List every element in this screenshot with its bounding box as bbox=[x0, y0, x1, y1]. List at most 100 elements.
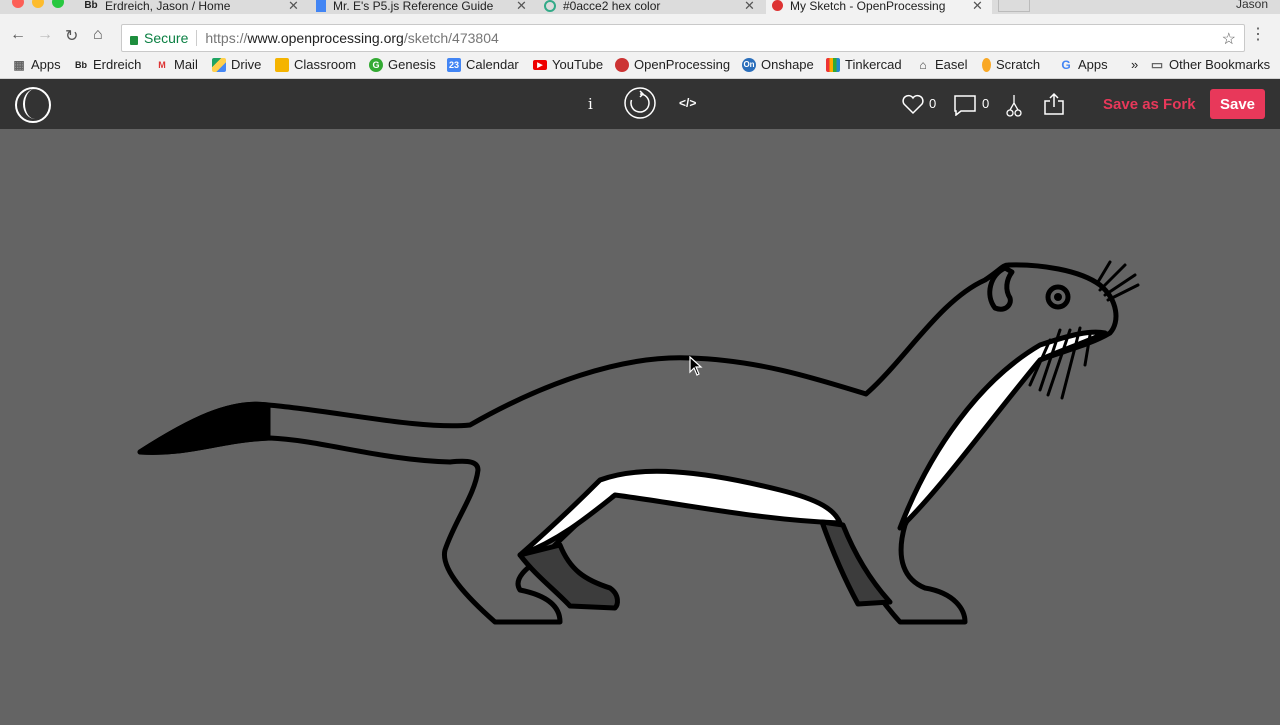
google-icon: G bbox=[1061, 57, 1071, 72]
bookmark-label: Apps bbox=[1078, 57, 1108, 72]
bookmark-tinkercad[interactable]: Tinkercad bbox=[826, 57, 902, 72]
bookmark-label: Genesis bbox=[388, 57, 436, 72]
menu-icon[interactable]: ⋮ bbox=[1250, 24, 1266, 44]
openprocessing-icon bbox=[772, 0, 783, 11]
bookmark-label: Onshape bbox=[761, 57, 814, 72]
tab-blackboard[interactable]: Bb Erdreich, Jason / Home ✕ bbox=[84, 0, 304, 14]
comments-count: 0 bbox=[982, 96, 990, 111]
code-button[interactable]: </> bbox=[679, 96, 696, 110]
openprocessing-logo-icon[interactable] bbox=[15, 87, 51, 123]
classroom-icon bbox=[275, 57, 289, 72]
youtube-icon: ▶ bbox=[533, 59, 547, 70]
save-as-fork-button[interactable]: Save as Fork bbox=[1103, 96, 1196, 113]
info-button[interactable]: i bbox=[588, 95, 593, 113]
bookmark-label: Other Bookmarks bbox=[1169, 57, 1271, 72]
weasel-tail-tip bbox=[137, 401, 271, 455]
tinkercad-icon bbox=[826, 57, 840, 72]
bookmark-calendar[interactable]: 23 Calendar bbox=[447, 57, 519, 72]
likes-count: 0 bbox=[929, 96, 937, 111]
share-icon[interactable] bbox=[1043, 92, 1065, 116]
calendar-icon: 23 bbox=[447, 57, 461, 72]
profile-name[interactable]: Jason bbox=[1236, 0, 1268, 11]
bookmark-drive[interactable]: Drive bbox=[212, 57, 261, 72]
tab-my-sketch[interactable]: My Sketch - OpenProcessing ✕ bbox=[766, 0, 992, 14]
drive-icon bbox=[212, 57, 226, 72]
mouse-cursor-icon bbox=[689, 356, 703, 376]
bookmark-google-apps[interactable]: G Apps bbox=[1059, 57, 1108, 72]
bookmark-label: Apps bbox=[31, 57, 61, 72]
minimize-window-button[interactable] bbox=[32, 0, 44, 8]
bookmark-classroom[interactable]: Classroom bbox=[275, 57, 356, 72]
easel-icon: ⌂ bbox=[919, 57, 927, 72]
bookmark-star-icon[interactable]: ☆ bbox=[1222, 29, 1236, 49]
onshape-icon: On bbox=[742, 57, 756, 72]
close-tab-icon[interactable]: ✕ bbox=[744, 0, 755, 14]
bookmark-onshape[interactable]: On Onshape bbox=[742, 57, 814, 72]
bookmark-label: Tinkercad bbox=[845, 57, 902, 72]
tab-title: #0acce2 hex color bbox=[563, 0, 661, 13]
sketch-toolbar: i </> 0 0 Save as Fork Save bbox=[0, 79, 1280, 129]
heart-icon[interactable] bbox=[901, 93, 925, 115]
reload-icon[interactable]: ↻ bbox=[65, 26, 78, 46]
bookmarks-overflow-button[interactable]: » bbox=[1131, 57, 1138, 72]
url-path: /sketch/473804 bbox=[403, 30, 499, 46]
doc-icon bbox=[316, 0, 326, 12]
bookmark-label: Drive bbox=[231, 57, 262, 72]
bookmark-apps[interactable]: ▦ Apps bbox=[12, 57, 61, 72]
blackboard-icon: Bb bbox=[75, 59, 87, 70]
divider bbox=[196, 30, 198, 46]
bookmark-label: Easel bbox=[935, 57, 968, 72]
forward-icon[interactable]: → bbox=[37, 26, 53, 44]
apps-grid-icon: ▦ bbox=[13, 57, 25, 72]
bookmark-openprocessing[interactable]: OpenProcessing bbox=[615, 57, 730, 72]
bookmark-label: OpenProcessing bbox=[634, 57, 731, 72]
bookmark-label: Erdreich bbox=[93, 57, 142, 72]
bookmark-easel[interactable]: ⌂ Easel bbox=[916, 57, 968, 72]
other-bookmarks-folder[interactable]: ▭ Other Bookmarks bbox=[1150, 56, 1271, 73]
close-window-button[interactable] bbox=[12, 0, 24, 8]
gmail-icon: M bbox=[158, 59, 166, 70]
bookmark-label: Mail bbox=[174, 57, 198, 72]
bookmark-scratch[interactable]: Scratch bbox=[982, 57, 1040, 72]
fork-icon[interactable] bbox=[1005, 93, 1023, 117]
browser-toolbar: ← → ↻ ⌂ Secure https://www.openprocessin… bbox=[0, 14, 1280, 54]
close-tab-icon[interactable]: ✕ bbox=[288, 0, 299, 14]
bookmark-youtube[interactable]: ▶ YouTube bbox=[533, 57, 603, 72]
tab-title: Mr. E's P5.js Reference Guide bbox=[333, 0, 494, 13]
tab-title: My Sketch - OpenProcessing bbox=[790, 0, 946, 13]
tab-strip: Bb Erdreich, Jason / Home ✕ Mr. E's P5.j… bbox=[0, 0, 1280, 14]
bookmark-erdreich[interactable]: Bb Erdreich bbox=[74, 57, 141, 72]
bookmark-mail[interactable]: M Mail bbox=[155, 57, 198, 72]
close-tab-icon[interactable]: ✕ bbox=[516, 0, 527, 14]
bookmark-label: Calendar bbox=[466, 57, 519, 72]
tab-reference-guide[interactable]: Mr. E's P5.js Reference Guide ✕ bbox=[312, 0, 532, 14]
url-host: www.openprocessing.org bbox=[247, 30, 404, 46]
address-bar[interactable]: Secure https://www.openprocessing.org/sk… bbox=[121, 24, 1245, 52]
genesis-icon: G bbox=[369, 57, 383, 72]
bookmark-label: Scratch bbox=[996, 57, 1041, 72]
bookmark-label: YouTube bbox=[552, 57, 604, 72]
blackboard-icon: Bb bbox=[84, 0, 98, 11]
new-tab-button[interactable] bbox=[998, 0, 1030, 12]
weasel-drawing bbox=[137, 260, 1140, 625]
comment-icon[interactable] bbox=[953, 94, 977, 116]
openprocessing-icon bbox=[615, 57, 629, 72]
bookmark-label: Classroom bbox=[294, 57, 357, 72]
close-tab-icon[interactable]: ✕ bbox=[972, 0, 983, 14]
tab-hex-color[interactable]: #0acce2 hex color ✕ bbox=[540, 0, 760, 14]
tab-title: Erdreich, Jason / Home bbox=[105, 0, 231, 13]
folder-icon: ▭ bbox=[1150, 56, 1164, 72]
url-scheme: https:// bbox=[205, 30, 248, 46]
play-restart-icon[interactable] bbox=[624, 87, 657, 120]
back-icon[interactable]: ← bbox=[10, 26, 26, 44]
scratch-icon bbox=[982, 57, 991, 72]
lock-icon bbox=[130, 35, 138, 45]
bookmarks-bar: ▦ Apps Bb Erdreich M Mail Drive Classroom G… bbox=[0, 54, 1280, 79]
save-button[interactable]: Save bbox=[1210, 89, 1265, 119]
secure-label: Secure bbox=[144, 30, 189, 46]
maximize-window-button[interactable] bbox=[52, 0, 64, 8]
sketch-canvas[interactable] bbox=[0, 129, 1280, 720]
home-icon[interactable]: ⌂ bbox=[93, 26, 103, 44]
bookmark-genesis[interactable]: G Genesis bbox=[369, 57, 436, 72]
colorhex-icon bbox=[544, 0, 556, 12]
